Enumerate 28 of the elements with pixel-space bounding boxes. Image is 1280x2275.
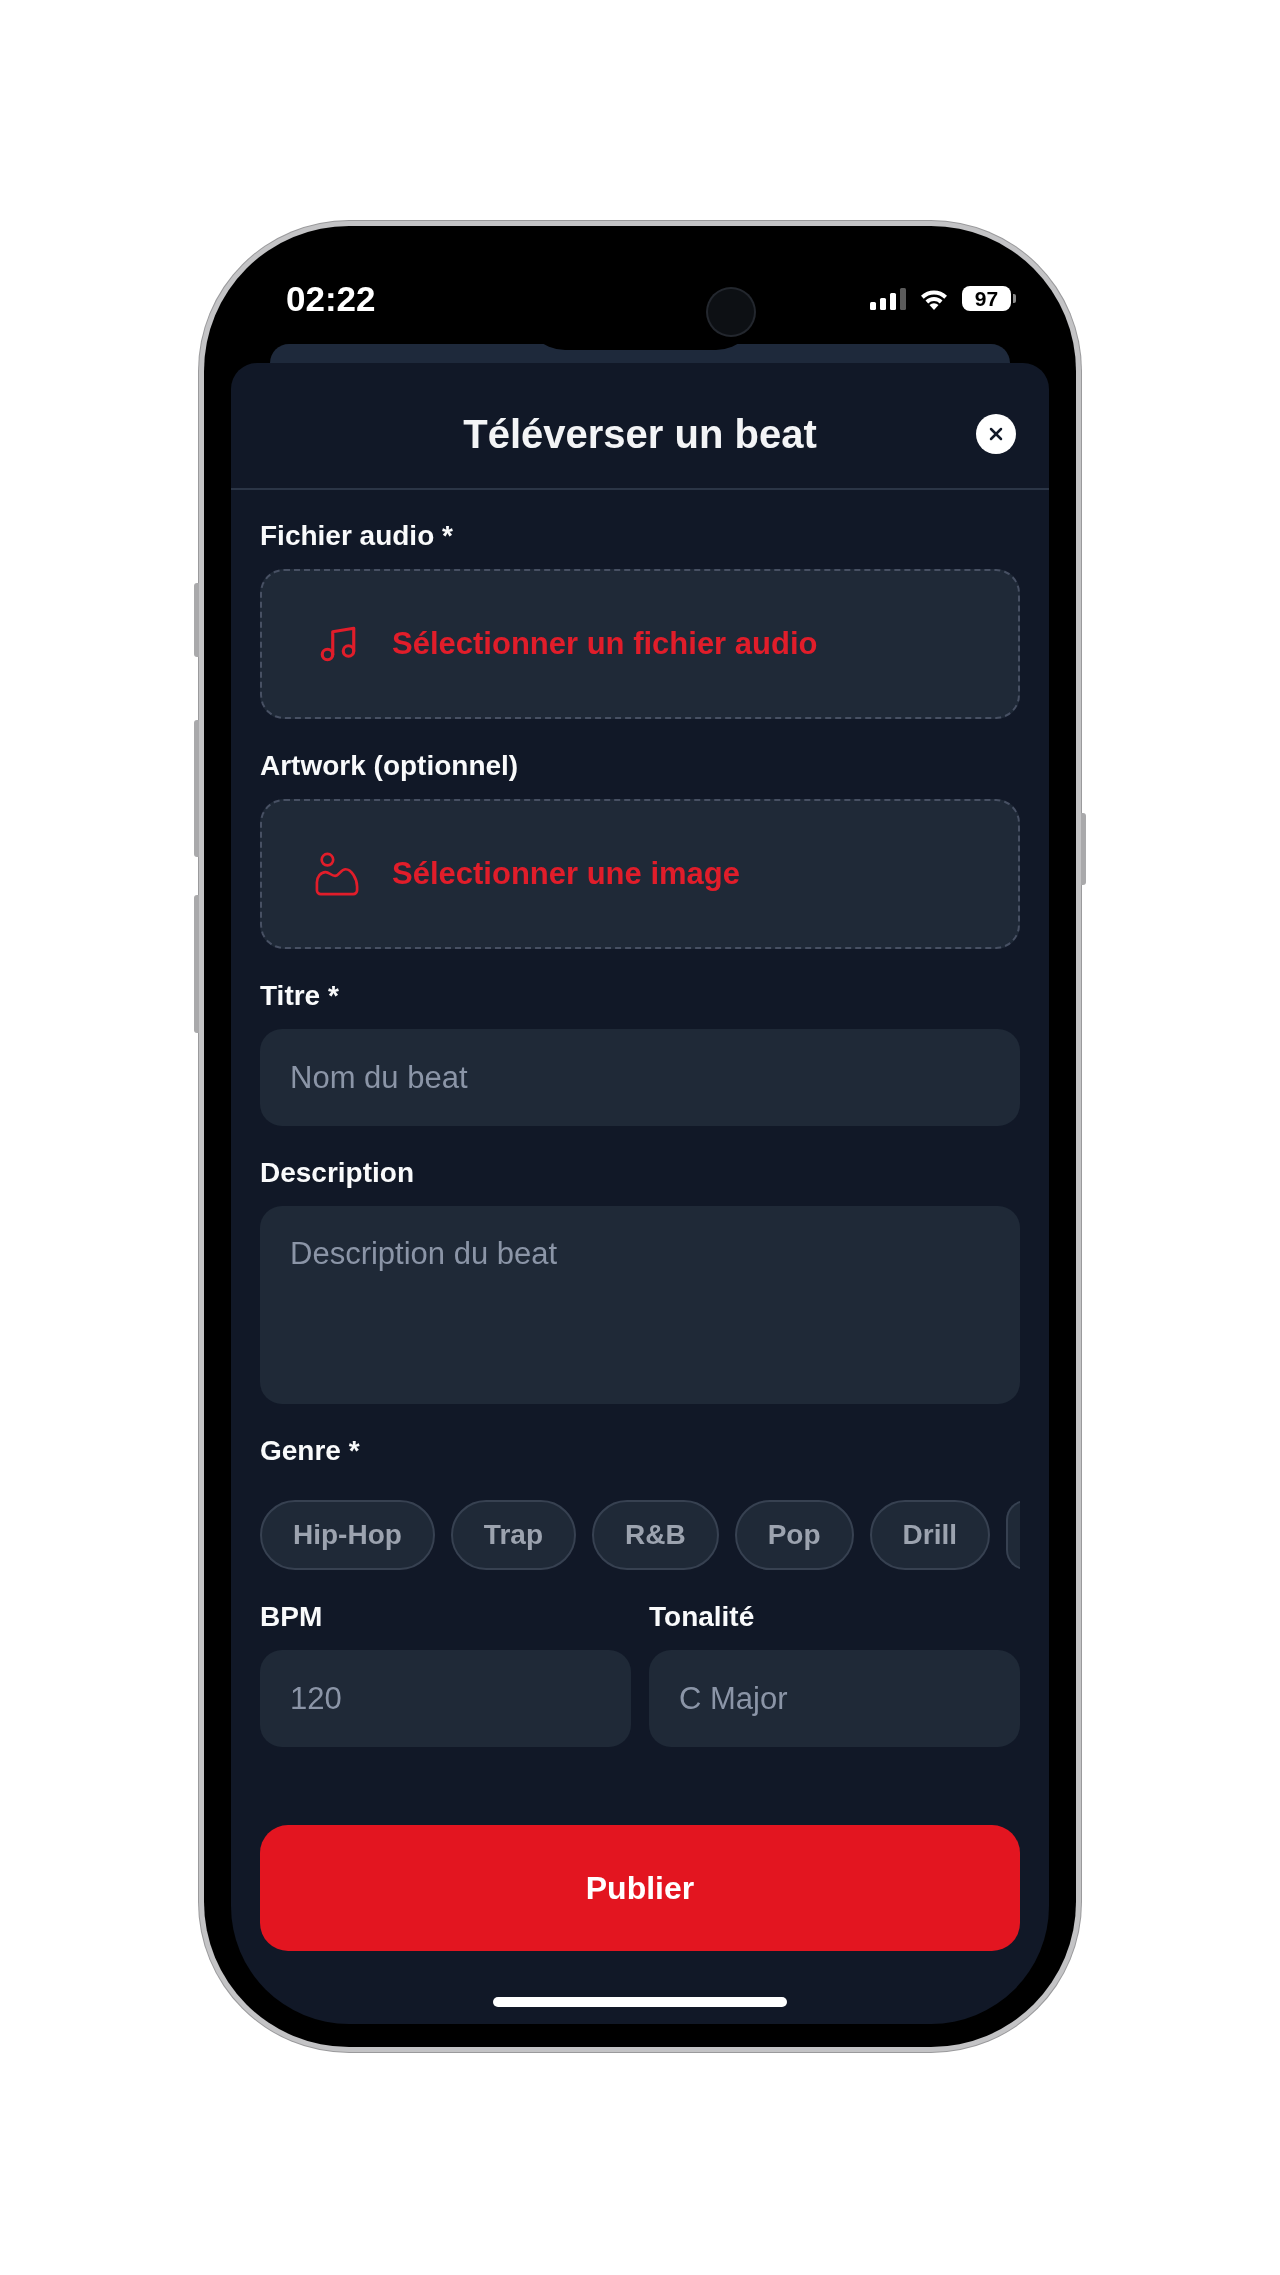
genre-chip[interactable]: R&B	[592, 1500, 719, 1570]
battery-indicator: 97	[962, 286, 1016, 311]
bpm-input[interactable]: 120	[260, 1650, 631, 1747]
publish-button[interactable]: Publier	[260, 1825, 1020, 1951]
field-label: Tonalité	[649, 1602, 756, 1632]
audio-upload-button[interactable]: Sélectionner un fichier audio	[260, 569, 1020, 719]
wifi-icon	[918, 287, 950, 310]
genre-chip[interactable]: Hip-Hop	[260, 1500, 435, 1570]
description-input[interactable]: Description du beat	[260, 1206, 1020, 1404]
status-time: 02:22	[286, 281, 376, 316]
signal-icon	[870, 287, 906, 310]
field-label: Titre *	[260, 981, 340, 1011]
image-icon	[314, 852, 360, 896]
close-button[interactable]	[976, 413, 1016, 454]
genre-chip[interactable]: Trap	[450, 1500, 576, 1570]
field-label: Fichier audio *	[260, 521, 454, 551]
genre-chip[interactable]: Pop	[734, 1500, 854, 1570]
title-input[interactable]: Nom du beat	[260, 1029, 1020, 1126]
sheet-title: Téléverser un beat	[463, 410, 817, 458]
field-label: BPM	[260, 1602, 324, 1632]
phone-side-key	[1081, 813, 1086, 885]
key-input[interactable]: C Major	[649, 1650, 1020, 1747]
camera-lens-icon	[708, 288, 754, 335]
field-label: Description	[260, 1158, 416, 1188]
image-upload-button[interactable]: Sélectionner une image	[260, 799, 1020, 949]
field-label: Genre *	[260, 1436, 361, 1466]
field-label: Artwork (optionnel)	[260, 751, 520, 781]
genre-chip[interactable]: Drill	[869, 1500, 991, 1570]
